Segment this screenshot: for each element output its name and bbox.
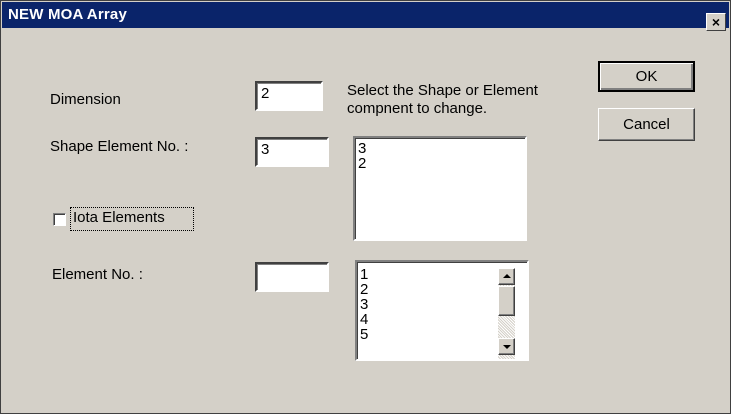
element-list-scrollbar[interactable]	[498, 268, 515, 359]
moa-array-dialog: NEW MOA Array × Dimension 2 Select the S…	[0, 0, 731, 414]
arrow-down-icon	[503, 345, 511, 349]
select-hint-line2: compnent to change.	[347, 100, 488, 117]
select-hint-line1: Select the Shape or Element	[347, 82, 538, 99]
iota-elements-checkbox[interactable]	[53, 213, 66, 226]
scroll-thumb[interactable]	[498, 286, 515, 316]
ok-button[interactable]: OK	[598, 61, 695, 92]
shape-element-no-field[interactable]: 3	[255, 137, 329, 167]
list-item[interactable]: 2	[355, 156, 525, 171]
list-item[interactable]: 3	[355, 141, 525, 156]
shape-element-no-label: Shape Element No. :	[50, 138, 189, 155]
dimension-field[interactable]: 2	[255, 81, 323, 111]
close-button[interactable]: ×	[706, 13, 726, 31]
element-list[interactable]: 1 2 3 4 5	[355, 260, 529, 361]
title-bar[interactable]: NEW MOA Array	[2, 2, 729, 28]
scroll-down-button[interactable]	[498, 338, 515, 355]
shape-element-list[interactable]: 3 2	[353, 136, 527, 241]
scroll-up-button[interactable]	[498, 268, 515, 285]
window-title: NEW MOA Array	[8, 6, 128, 23]
iota-elements-label[interactable]: Iota Elements	[73, 209, 165, 226]
cancel-button[interactable]: Cancel	[598, 108, 695, 141]
dimension-label: Dimension	[50, 91, 121, 108]
element-no-field[interactable]	[255, 262, 329, 292]
arrow-up-icon	[503, 274, 511, 278]
element-no-label: Element No. :	[52, 266, 143, 283]
